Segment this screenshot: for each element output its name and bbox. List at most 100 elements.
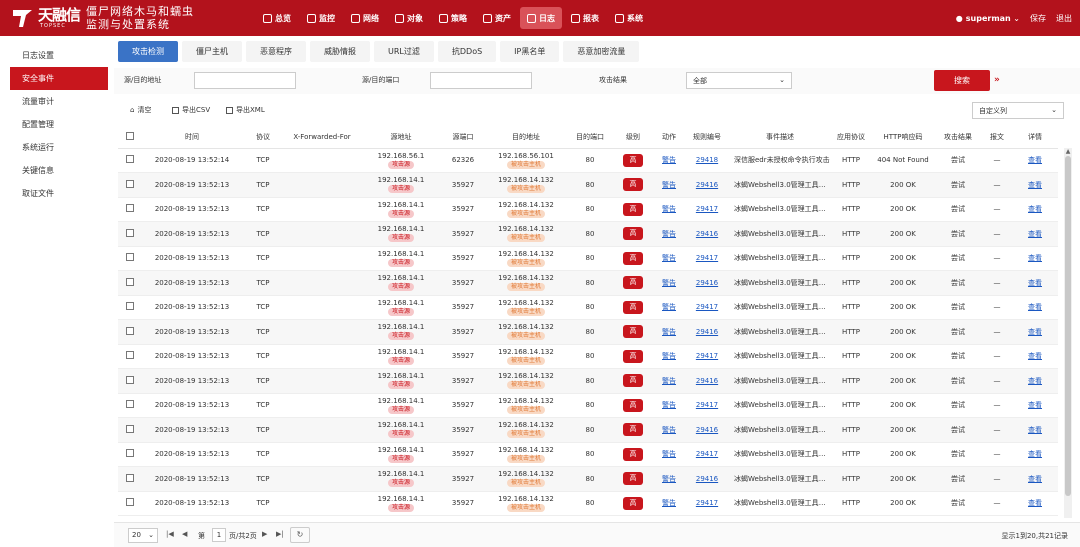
detail-link[interactable]: 查看 (1028, 156, 1042, 164)
row-checkbox[interactable] (126, 277, 134, 286)
rule-link[interactable]: 29416 (696, 328, 718, 336)
row-checkbox[interactable] (126, 326, 134, 335)
column-header[interactable]: 报文 (982, 126, 1012, 149)
tab-0[interactable]: 攻击检测 (118, 41, 178, 62)
table-row[interactable]: 2020-08-19 13:52:13 TCP 192.168.14.1 攻击源 359… (118, 344, 1058, 369)
table-row[interactable]: 2020-08-19 13:52:13 TCP 192.168.14.1 攻击源 359… (118, 172, 1058, 198)
action-link[interactable]: 警告 (662, 205, 676, 213)
sidebar-item-2[interactable]: 流量审计 (10, 90, 108, 113)
result-select[interactable]: 全部 ⌄ (686, 72, 792, 89)
logout-button[interactable]: 退出 (1056, 13, 1072, 24)
column-header[interactable]: 协议 (242, 126, 284, 149)
rule-link[interactable]: 29416 (696, 230, 718, 238)
row-checkbox[interactable] (126, 424, 134, 433)
rule-link[interactable]: 29416 (696, 426, 718, 434)
tab-1[interactable]: 僵尸主机 (182, 41, 242, 62)
table-row[interactable]: 2020-08-19 13:52:13 TCP 192.168.14.1 攻击源 359… (118, 393, 1058, 418)
table-row[interactable]: 2020-08-19 13:52:13 TCP 192.168.14.1 攻击源 359… (118, 466, 1058, 492)
custom-columns-select[interactable]: 自定义列 ⌄ (972, 102, 1064, 119)
action-link[interactable]: 警告 (662, 499, 676, 507)
column-header[interactable]: 动作 (654, 126, 684, 149)
row-checkbox[interactable] (126, 204, 134, 213)
table-row[interactable]: 2020-08-19 13:52:13 TCP 192.168.14.1 攻击源 359… (118, 491, 1058, 516)
row-checkbox[interactable] (126, 498, 134, 507)
rule-link[interactable]: 29417 (696, 352, 718, 360)
expand-filter-icon[interactable]: » (994, 75, 1000, 85)
row-checkbox[interactable] (126, 351, 134, 360)
tab-6[interactable]: IP黑名单 (500, 41, 560, 62)
last-page-icon[interactable]: ▶| (276, 530, 284, 538)
tab-3[interactable]: 威胁情报 (310, 41, 370, 62)
action-link[interactable]: 警告 (662, 377, 676, 385)
page-number-input[interactable]: 1 (212, 528, 226, 542)
detail-link[interactable]: 查看 (1028, 254, 1042, 262)
topnav-item-7[interactable]: 报表 (564, 7, 606, 29)
next-page-icon[interactable]: ▶ (262, 530, 267, 538)
column-header[interactable]: 规则编号 (684, 126, 730, 149)
table-row[interactable]: 2020-08-19 13:52:13 TCP 192.168.14.1 攻击源 359… (118, 319, 1058, 345)
src-dst-addr-input[interactable] (194, 72, 296, 89)
row-checkbox[interactable] (126, 228, 134, 237)
row-checkbox[interactable] (126, 253, 134, 262)
tab-5[interactable]: 抗DDoS (437, 41, 497, 62)
page-size-select[interactable]: 20 ⌄ (128, 528, 158, 543)
prev-page-icon[interactable]: ◀ (182, 530, 187, 538)
table-row[interactable]: 2020-08-19 13:52:13 TCP 192.168.14.1 攻击源 359… (118, 295, 1058, 320)
scroll-up-icon[interactable]: ▲ (1064, 148, 1072, 155)
row-checkbox[interactable] (126, 375, 134, 384)
action-link[interactable]: 警告 (662, 450, 676, 458)
rule-link[interactable]: 29417 (696, 303, 718, 311)
column-header[interactable]: 攻击结果 (934, 126, 982, 149)
row-checkbox[interactable] (126, 155, 134, 164)
detail-link[interactable]: 查看 (1028, 499, 1042, 507)
topnav-item-4[interactable]: 策略 (432, 7, 474, 29)
column-header[interactable]: 源地址 (360, 126, 442, 149)
action-link[interactable]: 警告 (662, 352, 676, 360)
rule-link[interactable]: 29416 (696, 475, 718, 483)
detail-link[interactable]: 查看 (1028, 230, 1042, 238)
topnav-item-0[interactable]: 总览 (256, 7, 298, 29)
table-row[interactable]: 2020-08-19 13:52:14 TCP 192.168.56.1 攻击源 623… (118, 148, 1058, 173)
row-checkbox[interactable] (126, 473, 134, 482)
sidebar-item-5[interactable]: 关键信息 (10, 159, 108, 182)
detail-link[interactable]: 查看 (1028, 303, 1042, 311)
row-checkbox[interactable] (126, 400, 134, 409)
column-header[interactable]: HTTP响应码 (872, 126, 934, 149)
detail-link[interactable]: 查看 (1028, 450, 1042, 458)
action-link[interactable]: 警告 (662, 254, 676, 262)
action-link[interactable]: 警告 (662, 230, 676, 238)
first-page-icon[interactable]: |◀ (166, 530, 174, 538)
detail-link[interactable]: 查看 (1028, 279, 1042, 287)
row-checkbox[interactable] (126, 179, 134, 188)
tab-2[interactable]: 恶意程序 (246, 41, 306, 62)
rule-link[interactable]: 29418 (696, 156, 718, 164)
action-link[interactable]: 警告 (662, 426, 676, 434)
column-header[interactable]: 应用协议 (830, 126, 872, 149)
user-menu[interactable]: superman ⌄ (966, 14, 1020, 23)
select-all-checkbox[interactable] (126, 131, 134, 140)
rule-link[interactable]: 29417 (696, 450, 718, 458)
topnav-item-2[interactable]: 网络 (344, 7, 386, 29)
detail-link[interactable]: 查看 (1028, 377, 1042, 385)
column-header[interactable]: 时间 (142, 126, 242, 149)
detail-link[interactable]: 查看 (1028, 401, 1042, 409)
action-link[interactable]: 警告 (662, 475, 676, 483)
table-row[interactable]: 2020-08-19 13:52:13 TCP 192.168.14.1 攻击源 359… (118, 197, 1058, 222)
topnav-item-5[interactable]: 资产 (476, 7, 518, 29)
table-row[interactable]: 2020-08-19 13:52:13 TCP 192.168.14.1 攻击源 359… (118, 442, 1058, 467)
export-csv-button[interactable]: 导出CSV (172, 105, 210, 115)
topnav-item-1[interactable]: 监控 (300, 7, 342, 29)
column-header[interactable]: 目的地址 (484, 126, 568, 149)
rule-link[interactable]: 29417 (696, 205, 718, 213)
table-row[interactable]: 2020-08-19 13:52:13 TCP 192.168.14.1 攻击源 359… (118, 417, 1058, 443)
scrollbar-thumb[interactable] (1065, 156, 1071, 496)
detail-link[interactable]: 查看 (1028, 205, 1042, 213)
action-link[interactable]: 警告 (662, 328, 676, 336)
action-link[interactable]: 警告 (662, 156, 676, 164)
src-dst-port-input[interactable] (430, 72, 532, 89)
topnav-item-3[interactable]: 对象 (388, 7, 430, 29)
search-button[interactable]: 搜索 (934, 70, 990, 91)
rule-link[interactable]: 29416 (696, 377, 718, 385)
tab-7[interactable]: 恶意加密流量 (563, 41, 640, 62)
topnav-item-6[interactable]: 日志 (520, 7, 562, 29)
